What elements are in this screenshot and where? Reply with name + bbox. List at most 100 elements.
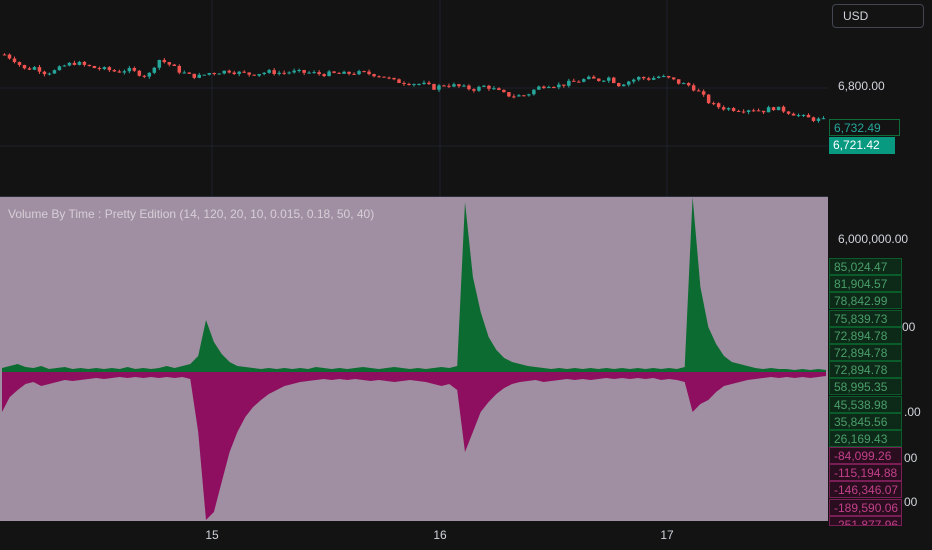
candle-body [367,71,371,75]
candle-body [27,68,32,70]
candle-body [626,81,631,85]
last-close-price-tag: 6,732.49 [829,119,900,136]
candle-body [227,70,231,73]
buy-volume-tag: 72,894.78 [829,361,902,379]
candle-body [192,73,197,78]
indicator-title[interactable]: Volume By Time : Pretty Edition (14, 120… [8,207,374,221]
volume-axis-top-label: 6,000,000.00 [838,232,909,246]
buy-volume-tag: 58,995.35 [829,378,902,396]
candle-body [467,85,471,90]
candle-body [437,85,441,90]
sell-volume-tag: -189,590.06 [829,498,902,516]
buy-volume-tag: 85,024.47 [829,258,902,275]
candle-body [317,72,321,75]
candle-body [267,70,271,73]
candle-body [47,73,52,75]
candle-body [457,84,461,87]
candle-body [497,88,501,90]
candle-body [97,68,102,70]
candle-body [357,71,361,75]
candle-body [202,74,207,76]
candle-body [696,90,701,92]
candle-body [167,62,172,65]
currency-button[interactable]: USD [832,4,924,28]
candle-body [187,72,192,74]
candle-body [112,70,117,72]
price-chart-svg[interactable] [0,0,828,196]
candle-body [761,110,766,113]
buy-volume-tag: 72,894.78 [829,326,902,344]
sell-volume-tag: -251,877.96 [829,515,902,526]
candle-body [587,76,591,80]
candle-body [422,82,426,84]
candle-body [492,88,496,90]
candle-body [607,77,611,81]
candle-body [257,74,261,76]
candle-body [362,71,366,73]
candle-body [247,72,251,75]
candle-body [432,84,436,90]
buy-volume-tag: 81,904.57 [829,275,902,293]
candle-body [212,73,216,75]
candle-body [87,64,92,67]
candle-body [22,64,27,69]
candle-body [312,72,316,74]
candle-body [711,103,716,105]
candle-body [412,84,416,86]
candle-body [327,71,331,77]
candle-body [736,110,741,112]
time-axis-tick: 17 [660,528,674,542]
candle-body [452,84,456,87]
candle-body [442,85,446,87]
candle-body [182,72,187,74]
candle-body [487,85,491,89]
volume-axis-partial-label: 00 [902,320,916,334]
candle-body [12,58,17,63]
candle-body [272,70,276,74]
candle-body [676,79,681,84]
volume-indicator-pane[interactable] [0,197,828,521]
candle-body [2,54,7,56]
candle-body [577,81,581,83]
candle-body [447,85,451,87]
candle-body [666,76,671,78]
candle-body [631,79,636,82]
time-axis[interactable] [0,521,828,550]
candle-body [77,61,82,65]
candle-body [352,73,356,75]
candle-body [222,70,226,74]
candle-body [372,74,376,77]
candle-body [557,84,561,88]
candle-body [646,78,651,80]
candle-body [382,76,386,78]
candle-body [771,107,776,111]
candle-body [806,114,811,118]
candle-body [721,107,726,110]
candle-body [197,74,202,78]
candle-body [542,86,546,88]
candle-body [681,83,686,85]
time-axis-tick: 16 [433,528,447,542]
candle-body [17,62,22,65]
volume-indicator-svg[interactable] [0,197,828,521]
candle-body [502,89,506,93]
candle-body [42,71,47,75]
price-chart[interactable] [0,0,828,196]
candle-body [617,83,621,87]
candle-body [766,107,771,113]
candle-body [287,72,291,74]
candle-body [776,106,781,111]
candle-body [122,71,127,73]
candle-body [621,84,626,87]
candle-body [427,82,431,85]
candle-body [307,72,311,74]
sell-volume-tag: -115,194.88 [829,464,902,482]
candle-body [597,78,601,81]
candle-body [592,76,596,79]
candle-body [731,108,736,111]
candle-body [567,80,571,86]
candle-body [816,118,821,121]
candle-body [547,87,551,89]
candle-body [217,73,221,75]
candle-body [302,70,306,73]
